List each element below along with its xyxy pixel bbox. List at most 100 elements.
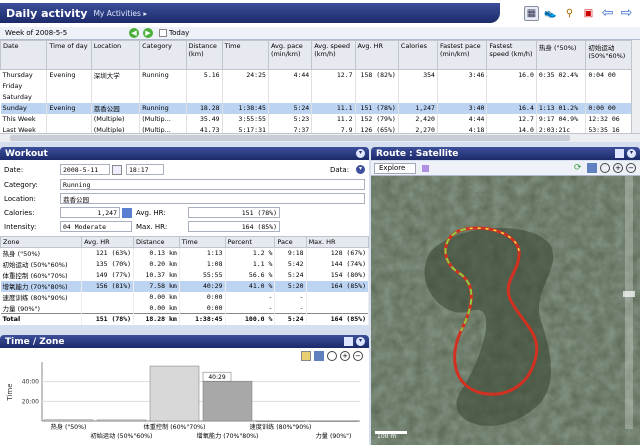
- map-zoom-in-icon[interactable]: +: [613, 163, 623, 173]
- grid-scrollbar[interactable]: [631, 40, 640, 133]
- avg-hr-label: Avg. HR:: [136, 208, 166, 217]
- calendar-icon[interactable]: ▦: [524, 5, 539, 21]
- zone-row[interactable]: 热身 ("50%) 121 (63%) 0.13 km 1:13 1.2 % 9:18 12…: [0, 247, 370, 259]
- zone-cell: 0:00: [179, 302, 226, 314]
- zone-column-header[interactable]: Avg. HR: [81, 236, 135, 248]
- export-icon[interactable]: ▣: [581, 6, 596, 21]
- grid-cell: 4:18: [437, 124, 488, 133]
- grid-cell: 荔香公园: [91, 102, 141, 114]
- today-button[interactable]: Today: [169, 29, 189, 37]
- map-pin-icon[interactable]: ⚲: [562, 6, 577, 21]
- grid-column-header[interactable]: 热身 ("50%): [535, 40, 587, 70]
- grid-row[interactable]: This Week (Multiple) (Multip... 35.49 3:55:5…: [0, 113, 640, 125]
- explore-button[interactable]: Explore: [374, 162, 417, 174]
- grid-column-header[interactable]: Avg. HR: [354, 40, 399, 70]
- zone-column-header[interactable]: Time: [178, 236, 226, 248]
- zone-row[interactable]: 初始运动 (50%"60%) 135 (70%) 0.20 km 1:08 1.1 % 5…: [0, 258, 370, 270]
- date-field[interactable]: 2008-5-11: [60, 164, 110, 175]
- back-arrow-icon[interactable]: ⇦: [600, 5, 615, 21]
- grid-column-header[interactable]: Time: [221, 40, 269, 70]
- breadcrumb[interactable]: My Activities ▸: [93, 9, 147, 18]
- grid-row[interactable]: Thursday Evening 深圳大学 Running 5.16 24:25 4:44 1…: [0, 69, 640, 81]
- grid-cell: Evening: [46, 102, 92, 114]
- panel-menu-icon[interactable]: ▾: [356, 149, 365, 158]
- zone-row[interactable]: 体重控制 (60%"70%) 149 (77%) 10.37 km 55:55 56.6…: [0, 269, 370, 281]
- zone-row[interactable]: 增氧能力 (70%"80%) 156 (81%) 7.58 km 40:29 41.0 …: [0, 280, 370, 292]
- grid-cell: [311, 80, 356, 92]
- shoe-icon[interactable]: 👟: [543, 6, 558, 21]
- grid-row[interactable]: Friday: [0, 80, 640, 92]
- grid-cell: Last Week: [0, 124, 48, 133]
- grid-cell: 354: [398, 69, 438, 81]
- refresh-icon[interactable]: ⟳: [574, 163, 584, 173]
- zone-row[interactable]: 力量 (90%") 0.00 km 0:00- -: [0, 302, 370, 314]
- timezone-menu-icon[interactable]: ▾: [356, 337, 365, 346]
- calculator-icon[interactable]: [122, 207, 132, 218]
- zone-cell: 128 (67%): [306, 247, 370, 259]
- calendar-picker-icon[interactable]: [112, 164, 122, 175]
- map-save-icon[interactable]: [587, 163, 597, 173]
- data-label: Data:: [330, 166, 350, 174]
- grid-column-header[interactable]: Distance (km): [185, 40, 223, 70]
- next-week-button[interactable]: ▶: [143, 28, 153, 38]
- zone-column-header[interactable]: Max. HR: [305, 236, 370, 248]
- forward-arrow-icon[interactable]: ⇨: [619, 5, 634, 21]
- intensity-select[interactable]: 04 Moderate: [60, 221, 132, 232]
- grid-cell: [437, 80, 488, 92]
- grid-column-header[interactable]: Date: [0, 40, 48, 70]
- category-label: Category:: [4, 180, 38, 189]
- zone-cell: 1:13: [179, 247, 226, 259]
- route-menu-icon[interactable]: ▾: [627, 149, 636, 158]
- data-options-icon[interactable]: ▾: [356, 165, 365, 174]
- grid-column-header[interactable]: Time of day: [46, 40, 92, 70]
- week-navigation: Week of 2008-5-5 ◀ ▶ Today: [0, 27, 640, 40]
- calendar-small-icon[interactable]: [159, 29, 167, 37]
- map-canvas[interactable]: [371, 161, 640, 445]
- zone-column-header[interactable]: Pace: [274, 236, 307, 248]
- grid-cell: 35.49: [186, 113, 223, 125]
- layer-color-swatch[interactable]: [422, 164, 430, 172]
- x-tick-label: 力量 (90%"): [316, 432, 352, 440]
- timezone-minimize-icon[interactable]: [344, 337, 353, 346]
- zone-cell: [306, 291, 370, 303]
- grid-column-header[interactable]: Fastest pace (min/km): [436, 40, 488, 70]
- grid-column-header[interactable]: Fastest speed (km/h): [486, 40, 537, 70]
- location-select[interactable]: 荔香公园: [60, 193, 365, 204]
- grid-cell: 9:17 04.9%: [536, 113, 587, 125]
- time-field[interactable]: 18:17: [126, 164, 164, 175]
- grid-cell: [139, 80, 187, 92]
- zone-cell: 10.37 km: [133, 269, 180, 281]
- category-select[interactable]: Running: [60, 179, 365, 190]
- calories-field[interactable]: 1,247: [60, 207, 120, 218]
- zone-row[interactable]: Total 151 (78%) 18.28 km 1:38:45 100.0 % 5:24…: [0, 313, 370, 325]
- zone-column-header[interactable]: Distance: [133, 236, 180, 248]
- zone-bar: [43, 419, 94, 422]
- zone-cell: 0.20 km: [133, 258, 180, 270]
- zone-cell: [81, 291, 135, 303]
- zone-row[interactable]: 速度训练 (80%"90%) 0.00 km 0:00- -: [0, 291, 370, 303]
- map-toolbar: Explore ⟳ + −: [371, 161, 640, 176]
- map-zoom-out-icon[interactable]: −: [626, 163, 636, 173]
- grid-row[interactable]: Sunday Evening 荔香公园 Running 18.28 1:38:45 5:24…: [0, 102, 640, 114]
- grid-cell: 24:25: [222, 69, 269, 81]
- grid-column-header[interactable]: Avg. pace (min/km): [267, 40, 313, 70]
- zone-cell: 121 (63%): [81, 247, 135, 259]
- prev-week-button[interactable]: ◀: [129, 28, 139, 38]
- grid-row[interactable]: Saturday: [0, 91, 640, 103]
- activity-grid: Date Time of day Location Category Distance …: [0, 40, 640, 133]
- grid-hscrollbar[interactable]: [0, 133, 640, 142]
- zone-column-header[interactable]: Zone: [0, 236, 83, 248]
- zone-column-header[interactable]: Percent: [224, 236, 276, 248]
- grid-column-header[interactable]: Category: [139, 40, 187, 70]
- grid-row[interactable]: Last Week (Multiple) (Multip... 41.73 5:17:3…: [0, 124, 640, 133]
- grid-column-header[interactable]: Location: [90, 40, 141, 70]
- grid-cell: 18.28: [186, 102, 223, 114]
- satellite-map[interactable]: 100 m: [371, 161, 640, 445]
- bar-tooltip: 40:29: [208, 374, 225, 381]
- grid-column-header[interactable]: Calories: [397, 40, 438, 70]
- grid-cell: [437, 91, 488, 103]
- zone-cell: 100.0 %: [225, 313, 276, 325]
- route-minimize-icon[interactable]: [615, 149, 624, 158]
- grid-column-header[interactable]: Avg. speed (km/h): [311, 40, 356, 70]
- map-settings-icon[interactable]: [600, 163, 610, 173]
